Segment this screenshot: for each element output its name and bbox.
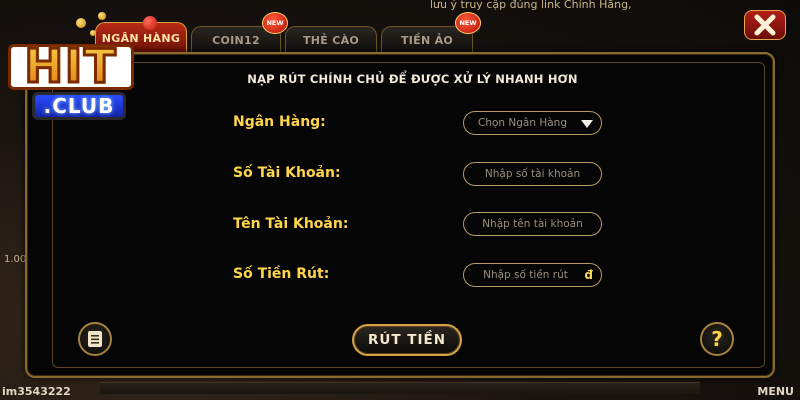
amount-placeholder: Nhập số tiền rút xyxy=(483,269,568,281)
account-name-field[interactable]: Nhập tên tài khoản xyxy=(463,212,602,236)
tab-coin12-label: COIN12 xyxy=(212,34,260,47)
marquee-notice: lưu ý truy cập đúng link Chính Hãng, xyxy=(430,0,632,10)
account-name-placeholder: Nhập tên tài khoản xyxy=(482,218,583,230)
form-title: NẠP RÚT CHÍNH CHỦ ĐỂ ĐƯỢC XỬ LÝ NHANH HƠ… xyxy=(247,72,578,86)
bank-select[interactable]: Chọn Ngân Hàng xyxy=(463,111,602,135)
amount-field[interactable]: Nhập số tiền rút đ xyxy=(463,263,602,287)
menu-button[interactable]: MENU xyxy=(757,385,794,398)
help-button[interactable]: ? xyxy=(700,322,734,356)
account-number-field[interactable]: Nhập số tài khoản xyxy=(463,162,602,186)
withdraw-button[interactable]: RÚT TIỀN xyxy=(352,324,462,356)
currency-icon: đ xyxy=(584,268,593,282)
account-name-label: Tên Tài Khoản: xyxy=(233,216,349,232)
tab-crypto-label: TIỀN ẢO xyxy=(400,34,454,47)
account-number-placeholder: Nhập số tài khoản xyxy=(484,168,581,180)
amount-label: Số Tiền Rút: xyxy=(233,266,330,282)
background-bottom-bar xyxy=(100,382,700,394)
logo-club-text: .CLUB xyxy=(43,94,115,118)
bank-select-value: Chọn Ngân Hàng xyxy=(478,117,567,129)
tab-card[interactable]: THẺ CÀO xyxy=(285,26,377,54)
document-icon xyxy=(88,331,102,347)
close-button[interactable] xyxy=(744,10,786,40)
coin-icon xyxy=(90,30,96,36)
account-number-label: Số Tài Khoản: xyxy=(233,165,341,181)
username-label: im3543222 xyxy=(2,385,71,398)
tab-card-label: THẺ CÀO xyxy=(302,34,360,47)
new-badge: NEW xyxy=(455,12,481,34)
coin-icon xyxy=(76,18,86,28)
new-badge: NEW xyxy=(262,12,288,34)
coin-icon xyxy=(98,12,106,20)
question-icon: ? xyxy=(711,327,723,351)
notification-dot xyxy=(143,16,157,30)
logo-club-badge: .CLUB xyxy=(32,92,126,120)
background-number: 1.00 xyxy=(4,254,27,265)
chevron-down-icon xyxy=(581,120,593,128)
close-icon xyxy=(754,14,776,36)
bank-label: Ngân Hàng: xyxy=(233,114,326,130)
history-button[interactable] xyxy=(78,322,112,356)
